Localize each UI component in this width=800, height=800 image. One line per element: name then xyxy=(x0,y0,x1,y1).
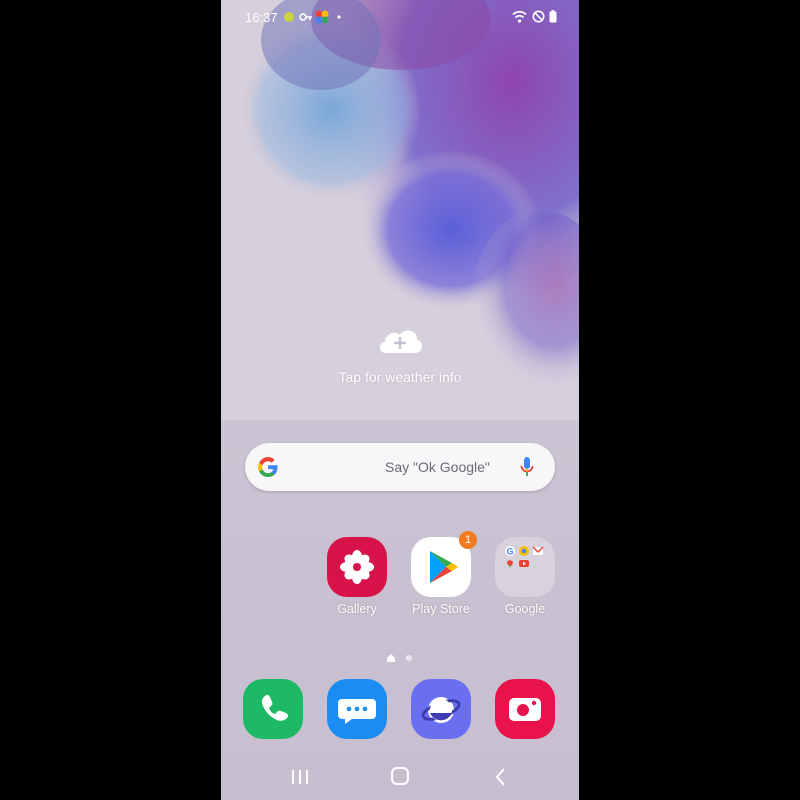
mic-icon[interactable] xyxy=(520,456,534,483)
recents-icon[interactable] xyxy=(280,762,320,792)
app-label: Google xyxy=(504,602,546,616)
google-folder-icon: G xyxy=(495,537,555,597)
app-google-folder[interactable]: G Google xyxy=(485,537,565,616)
play-store-icon: 1 xyxy=(411,531,477,597)
notification-dot-icon xyxy=(283,10,295,27)
dock-messages[interactable] xyxy=(317,679,397,739)
phone-icon xyxy=(243,679,303,739)
gallery-icon xyxy=(327,537,387,597)
wifi-icon xyxy=(512,10,527,26)
page-dot-icon xyxy=(405,654,413,662)
google-g-icon xyxy=(257,456,279,483)
back-icon[interactable] xyxy=(481,762,521,792)
battery-icon xyxy=(549,10,557,26)
cloud-add-icon xyxy=(376,325,424,360)
key-icon xyxy=(299,10,313,27)
camera-icon xyxy=(495,679,555,739)
internet-icon xyxy=(411,679,471,739)
app-gallery[interactable]: Gallery xyxy=(317,537,397,616)
app-label: Play Store xyxy=(412,602,470,616)
home-screen: 16:37 Tap for weather info Say "Ok Googl… xyxy=(221,0,579,800)
home-icon[interactable] xyxy=(380,762,420,792)
status-time: 16:37 xyxy=(245,10,278,25)
notification-badge: 1 xyxy=(459,531,477,549)
app-play-store[interactable]: 1 Play Store xyxy=(401,531,481,616)
dock-internet[interactable] xyxy=(401,679,481,739)
google-search-bar[interactable]: Say "Ok Google" xyxy=(245,443,555,491)
page-indicator xyxy=(221,650,579,668)
search-hint: Say "Ok Google" xyxy=(385,459,490,475)
dock-phone[interactable] xyxy=(233,679,313,739)
google-photos-icon xyxy=(315,10,329,27)
navigation-bar xyxy=(221,752,579,800)
dot-icon xyxy=(336,10,342,27)
home-page-indicator-icon xyxy=(387,654,395,662)
messages-icon xyxy=(327,679,387,739)
svg-text:G: G xyxy=(506,547,513,557)
do-not-disturb-icon xyxy=(532,10,545,26)
status-bar: 16:37 xyxy=(221,0,579,34)
app-label: Gallery xyxy=(337,602,377,616)
weather-label: Tap for weather info xyxy=(338,369,462,385)
dock-camera[interactable] xyxy=(485,679,565,739)
